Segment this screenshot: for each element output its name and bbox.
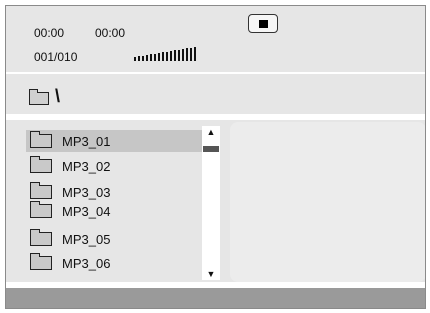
list-item[interactable]: MP3_01 (26, 130, 202, 152)
status-bar: 00:00 00:00 001/010 (6, 6, 425, 72)
volume-bar (178, 50, 180, 61)
divider (6, 114, 425, 120)
volume-bar (174, 50, 176, 61)
file-list: MP3_01 MP3_02 MP3_03 MP3_04 MP3_05 MP3_0… (20, 122, 220, 282)
volume-bar (194, 47, 196, 61)
volume-bar (170, 51, 172, 61)
volume-bar (182, 49, 184, 61)
folder-icon (29, 89, 49, 105)
folder-icon (30, 182, 52, 199)
list-item[interactable]: MP3_06 (26, 252, 202, 274)
volume-bar (190, 48, 192, 61)
bottom-bar (6, 288, 425, 308)
track-counter: 001/010 (34, 50, 78, 64)
folder-icon (30, 253, 52, 270)
list-item[interactable]: MP3_05 (26, 228, 202, 250)
folder-icon (30, 201, 52, 218)
volume-bar (138, 56, 140, 61)
list-item-label: MP3_03 (62, 184, 111, 200)
volume-meter (134, 45, 196, 61)
list-item-label: MP3_05 (62, 231, 111, 247)
current-path: \ (55, 86, 61, 106)
volume-bar (146, 55, 148, 61)
list-item-label: MP3_02 (62, 158, 111, 174)
path-bar (6, 74, 425, 114)
list-item-label: MP3_01 (62, 133, 111, 149)
stop-button[interactable] (248, 14, 278, 33)
volume-bar (134, 57, 136, 61)
list-item-label: MP3_04 (62, 203, 111, 219)
info-panel (230, 122, 425, 282)
volume-bar (142, 56, 144, 61)
folder-icon (30, 156, 52, 173)
list-item[interactable]: MP3_02 (26, 155, 202, 177)
volume-bar (162, 52, 164, 61)
volume-bar (154, 54, 156, 61)
folder-icon (30, 131, 52, 148)
volume-bar (166, 52, 168, 61)
scrollbar[interactable]: ▲ ▼ (202, 126, 220, 280)
player-window: 00:00 00:00 001/010 \ MP3_01 MP3_02 MP3_… (5, 5, 426, 309)
scroll-up-icon[interactable]: ▲ (202, 126, 220, 138)
elapsed-time: 00:00 (34, 26, 65, 40)
folder-icon (30, 229, 52, 246)
list-item[interactable]: MP3_04 (26, 200, 202, 222)
volume-bar (186, 48, 188, 61)
scroll-down-icon[interactable]: ▼ (202, 268, 220, 280)
volume-bar (150, 54, 152, 61)
volume-bar (158, 53, 160, 61)
list-item-label: MP3_06 (62, 255, 111, 271)
total-time: 00:00 (95, 26, 126, 40)
scroll-thumb[interactable] (203, 146, 219, 152)
